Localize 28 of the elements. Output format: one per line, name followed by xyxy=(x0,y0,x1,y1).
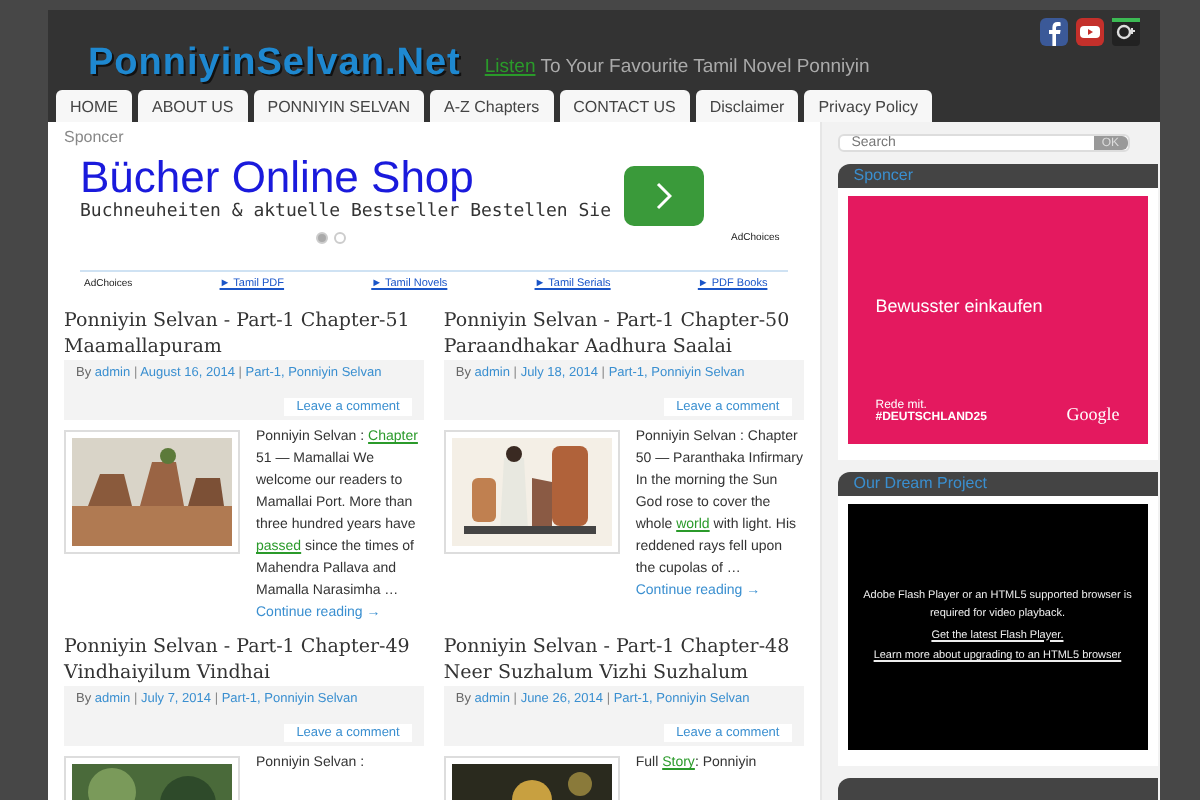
nav-tab[interactable]: A-Z Chapters xyxy=(430,90,554,122)
nav-tab[interactable]: HOME xyxy=(56,90,132,122)
post-title[interactable]: Ponniyin Selvan - Part-1 Chapter-51 Maamallapuram xyxy=(64,308,424,360)
slide-dot[interactable] xyxy=(316,232,328,244)
ad-text: Buchneuheiten & aktuelle Bestseller Bestellen Sie xyxy=(80,202,612,222)
youtube-icon[interactable] xyxy=(1076,18,1104,46)
ad-brand: Google xyxy=(1066,404,1120,424)
google-plus-icon[interactable] xyxy=(1112,18,1140,46)
post-title[interactable]: Ponniyin Selvan - Part-1 Chapter-50 Paraandhakar Aadhura Saalai xyxy=(443,308,804,360)
ad-headline: Bewusster einkaufen xyxy=(875,296,1045,316)
nav-tab[interactable]: Disclaimer xyxy=(695,90,799,122)
widget-title: Sponcer xyxy=(837,164,1158,188)
ad-next-button[interactable] xyxy=(623,166,704,226)
ad-title: Bücher Online Shop xyxy=(80,154,474,202)
nav-tab[interactable]: Privacy Policy xyxy=(804,90,933,122)
nav-tab[interactable]: PONNIYIN SELVAN xyxy=(253,90,425,122)
widget-title: Our Dream Project xyxy=(837,472,1158,496)
sponsor-label: Sponcer xyxy=(64,128,126,146)
post-title[interactable]: Ponniyin Selvan - Part-1 Chapter-49 Vindhaiyilum Vindhai xyxy=(64,634,424,686)
slide-dot[interactable] xyxy=(334,232,346,244)
site-logo[interactable]: PonniyinSelvan.Net xyxy=(88,42,461,86)
chevron-right-icon xyxy=(655,182,672,210)
facebook-icon[interactable] xyxy=(1040,18,1068,46)
post-title[interactable]: Ponniyin Selvan - Part-1 Chapter-48 Neer Suzhalum Vizhi Suzhalum xyxy=(443,634,804,686)
nav-tab[interactable]: ABOUT US xyxy=(138,90,248,122)
site-tagline: Listen To Your Favourite Tamil Novel Ponniyin xyxy=(484,56,870,78)
nav-tab[interactable]: CONTACT US xyxy=(559,90,690,122)
tagline-link[interactable]: Listen xyxy=(484,56,536,78)
